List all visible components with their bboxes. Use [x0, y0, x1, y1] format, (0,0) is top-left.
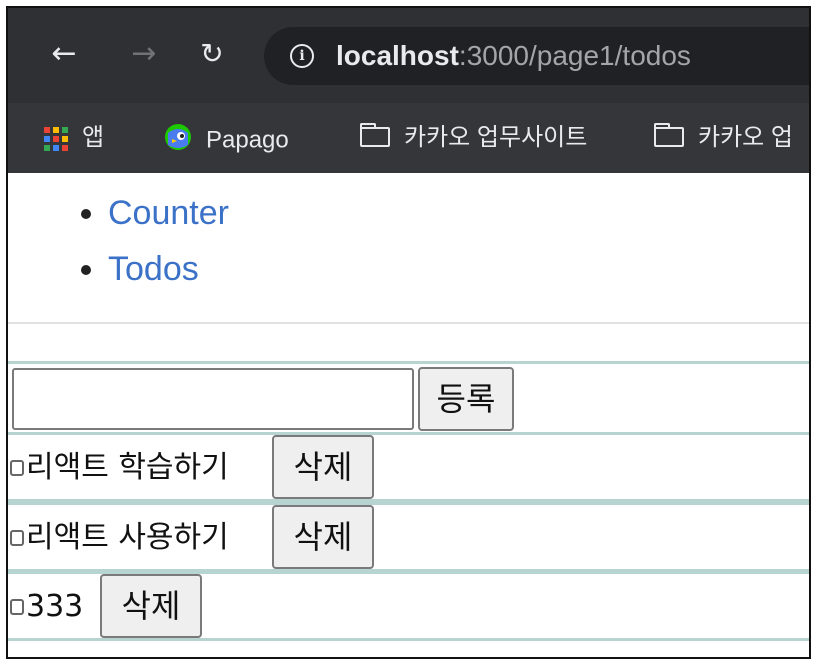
url-text[interactable]: localhost:3000/page1/todos — [336, 39, 691, 73]
delete-button[interactable]: 삭제 — [272, 505, 374, 569]
browser-window: ← → ↻ i localhost:3000/page1/todos 앱 Pap… — [6, 6, 811, 659]
bookmark-label: 카카오 업무사이트 — [404, 124, 588, 151]
bookmark-kakao-work-2[interactable]: 카카오 업 — [654, 122, 793, 153]
nav-list: Counter Todos — [53, 185, 229, 297]
delete-button[interactable]: 삭제 — [100, 574, 202, 638]
todo-checkbox[interactable] — [10, 460, 24, 476]
url-path: :3000/page1/todos — [458, 40, 691, 71]
bookmark-kakao-work[interactable]: 카카오 업무사이트 — [360, 122, 588, 153]
delete-button[interactable]: 삭제 — [272, 435, 374, 499]
bookmark-label: 앱 — [82, 124, 105, 151]
nav-link-todos[interactable]: Todos — [108, 250, 199, 288]
nav-item: Todos — [108, 241, 229, 297]
todo-item: 리액트 사용하기 삭제 — [8, 502, 809, 572]
todo-checkbox[interactable] — [10, 599, 24, 615]
folder-icon — [360, 122, 390, 147]
todo-text: 333 — [26, 589, 84, 624]
reload-icon[interactable]: ↻ — [192, 34, 232, 74]
url-host: localhost — [336, 40, 459, 71]
back-arrow-icon[interactable]: ← — [44, 34, 84, 74]
add-button[interactable]: 등록 — [418, 367, 514, 431]
nav-link-counter[interactable]: Counter — [108, 194, 229, 232]
papago-icon — [164, 123, 192, 159]
todo-item: 333 삭제 — [8, 571, 809, 641]
bookmark-label: Papago — [206, 126, 289, 154]
nav-item: Counter — [108, 185, 229, 241]
todo-text: 리액트 학습하기 — [26, 450, 229, 485]
divider — [8, 322, 809, 324]
forward-arrow-icon[interactable]: → — [124, 34, 164, 74]
page-content: Counter Todos 등록 리액트 학습하기 삭제 리액트 사용하기 삭제… — [8, 173, 809, 657]
bookmark-papago[interactable]: Papago — [164, 123, 289, 153]
bookmark-label: 카카오 업 — [698, 124, 793, 151]
todo-item: 리액트 학습하기 삭제 — [8, 432, 809, 502]
apps-grid-icon — [44, 126, 68, 151]
todo-form: 등록 — [8, 361, 809, 435]
todo-text: 리액트 사용하기 — [26, 520, 229, 555]
browser-toolbar: ← → ↻ i localhost:3000/page1/todos — [8, 8, 809, 103]
folder-icon — [654, 122, 684, 147]
todo-checkbox[interactable] — [10, 530, 24, 546]
bookmarks-bar: 앱 Papago 카카오 업무사이트 카카오 업 — [8, 103, 809, 173]
info-icon[interactable]: i — [290, 44, 314, 68]
bookmark-apps[interactable]: 앱 — [44, 123, 104, 153]
todo-input[interactable] — [12, 368, 414, 430]
address-bar[interactable]: i localhost:3000/page1/todos — [264, 27, 809, 85]
